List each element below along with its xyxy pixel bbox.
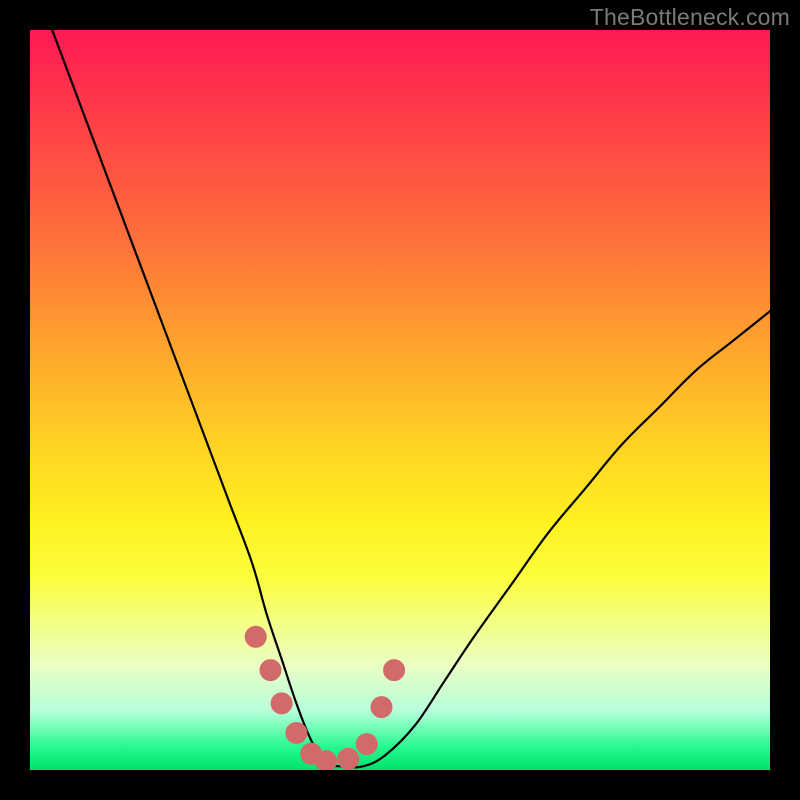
valley-marker [271,693,292,714]
curve-svg [30,30,770,770]
valley-marker [286,723,307,744]
valley-marker [316,751,337,770]
bottleneck-curve [52,30,770,767]
watermark-text: TheBottleneck.com [590,4,790,31]
valley-marker [384,660,405,681]
plot-area [30,30,770,770]
chart-frame: TheBottleneck.com [0,0,800,800]
valley-marker [371,697,392,718]
valley-marker [260,660,281,681]
valley-marker [245,626,266,647]
valley-marker [356,734,377,755]
valley-marker [338,748,359,769]
valley-markers [245,626,404,770]
